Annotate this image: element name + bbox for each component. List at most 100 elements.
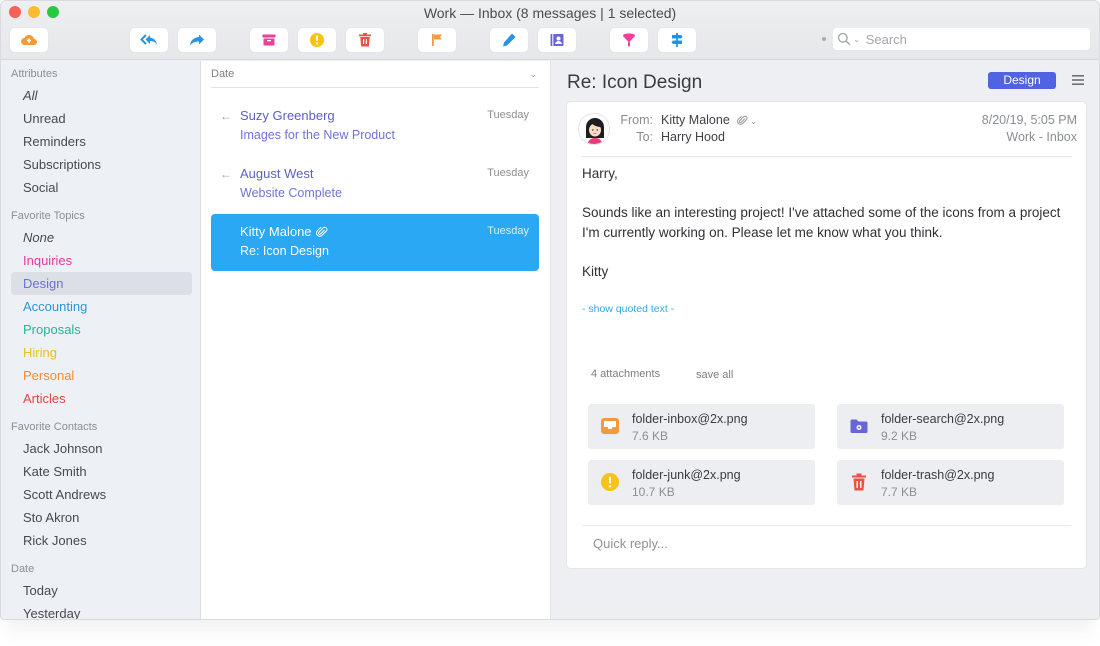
attachment-name: folder-search@2x.png	[881, 412, 1005, 426]
sidebar-item-scott-andrews[interactable]: Scott Andrews	[11, 483, 192, 506]
sidebar-item-design[interactable]: Design	[11, 272, 192, 295]
archive-button[interactable]	[250, 28, 288, 52]
attachment-item[interactable]: folder-trash@2x.png 7.7 KB	[837, 460, 1064, 505]
paperclip-icon	[315, 226, 327, 237]
sidebar-group-heading: Favorite Topics	[11, 210, 85, 222]
search-icon	[837, 32, 851, 46]
header-divider	[581, 156, 1072, 157]
exclamation-icon	[601, 473, 619, 491]
from-label: From:	[620, 113, 653, 127]
to-label: To:	[636, 130, 653, 144]
sidebar-item-today[interactable]: Today	[11, 579, 192, 602]
message-date: Tuesday	[487, 167, 529, 179]
sidebar-item-personal[interactable]: Personal	[11, 364, 192, 387]
sidebar-group: Favorite Contacts Jack Johnson Kate Smith S…	[1, 418, 200, 552]
window-title: Work — Inbox (8 messages | 1 selected)	[423, 5, 677, 21]
message-sender: August West	[240, 166, 313, 181]
sidebar-item-social[interactable]: Social	[11, 176, 192, 199]
exclamation-icon	[310, 33, 324, 47]
sidebar-item-accounting[interactable]: Accounting	[11, 295, 192, 318]
sidebar-item-all[interactable]: All	[11, 84, 192, 107]
search-field[interactable]: ⌄	[833, 28, 1090, 50]
signpost-button[interactable]	[658, 28, 696, 52]
message-row[interactable]: ← Suzy Greenberg Images for the New Produc…	[211, 98, 539, 155]
contacts-button[interactable]	[538, 28, 576, 52]
archive-icon	[262, 34, 276, 46]
attachment-size: 7.6 KB	[632, 429, 669, 443]
filter-button[interactable]	[610, 28, 648, 52]
sidebar-group-heading: Date	[11, 563, 35, 575]
message-subject-line: Images for the New Product	[240, 128, 395, 142]
avatar-illustration	[579, 114, 609, 144]
sender-chevron-down-icon[interactable]: ⌄	[750, 117, 757, 126]
message-row[interactable]: ← August West Website Complete Tuesday	[211, 156, 539, 213]
message-date: 8/20/19, 5:05 PM	[981, 113, 1077, 127]
attachment-item[interactable]: folder-inbox@2x.png 7.6 KB	[588, 404, 815, 449]
sidebar-group: Favorite Topics None Inquiries Design Accoun…	[1, 207, 200, 410]
quick-reply-divider	[582, 525, 1071, 526]
attachment-size: 7.7 KB	[881, 485, 918, 499]
contact-card-icon	[550, 34, 564, 46]
message-sender: Kitty Malone	[240, 224, 328, 239]
sidebar-item-articles[interactable]: Articles	[11, 387, 192, 410]
compose-button[interactable]	[490, 28, 528, 52]
paperclip-icon	[737, 115, 748, 125]
message-body: Harry, Sounds like an interesting projec…	[582, 164, 1062, 301]
signpost-icon	[671, 33, 683, 47]
body-paragraph: Sounds like an interesting project! I've…	[582, 205, 1061, 240]
body-paragraph: Harry,	[582, 166, 618, 181]
message-mailbox: Work - Inbox	[1006, 130, 1077, 144]
topic-tag[interactable]: Design	[988, 72, 1056, 89]
attachment-item[interactable]: folder-search@2x.png 9.2 KB	[837, 404, 1064, 449]
message-sender-text: August West	[240, 166, 314, 181]
sender-avatar[interactable]	[578, 113, 610, 145]
flag-button[interactable]	[418, 28, 456, 52]
folder-search-icon	[850, 419, 868, 433]
reply-all-button[interactable]	[130, 28, 168, 52]
message-card: From: Kitty Malone ⌄ To: Harry Hood 8/20…	[567, 102, 1086, 568]
sidebar-item-unread[interactable]: Unread	[11, 107, 192, 130]
attachment-item[interactable]: folder-junk@2x.png 10.7 KB	[588, 460, 815, 505]
sender-name[interactable]: Kitty Malone ⌄	[661, 113, 757, 127]
message-sender-text: Kitty Malone	[240, 224, 312, 239]
sidebar-item-yesterday[interactable]: Yesterday	[11, 602, 192, 619]
message-row[interactable]: Kitty Malone Re: Icon Design Tuesday	[211, 214, 539, 271]
message-subject-line: Re: Icon Design	[240, 244, 329, 258]
sender-name-text: Kitty Malone	[661, 113, 730, 127]
body-paragraph: Kitty	[582, 264, 609, 279]
sidebar-item-sto-akron[interactable]: Sto Akron	[11, 506, 192, 529]
sidebar-item-inquiries[interactable]: Inquiries	[11, 249, 192, 272]
message-sender: Suzy Greenberg	[240, 108, 335, 123]
sidebar-item-subscriptions[interactable]: Subscriptions	[11, 153, 192, 176]
delete-button[interactable]	[346, 28, 384, 52]
search-options-chevron-icon[interactable]: ⌄	[853, 35, 860, 44]
attachment-name: folder-junk@2x.png	[632, 468, 741, 482]
sidebar-item-jack-johnson[interactable]: Jack Johnson	[11, 437, 192, 460]
recipient-name[interactable]: Harry Hood	[661, 130, 725, 144]
sidebar-item-rick-jones[interactable]: Rick Jones	[11, 529, 192, 552]
sidebar-item-none[interactable]: None	[11, 226, 192, 249]
junk-button[interactable]	[298, 28, 336, 52]
sync-button[interactable]	[10, 28, 48, 52]
sidebar-item-reminders[interactable]: Reminders	[11, 130, 192, 153]
replied-arrow-icon: ←	[220, 167, 232, 181]
message-list: Date ⌄ ← Suzy Greenberg Images for the New…	[201, 61, 551, 619]
sidebar-item-hiring[interactable]: Hiring	[11, 341, 192, 364]
sidebar-item-proposals[interactable]: Proposals	[11, 318, 192, 341]
reply-all-icon	[140, 34, 157, 45]
message-sender-text: Suzy Greenberg	[240, 108, 335, 123]
funnel-icon	[623, 33, 635, 47]
message-date: Tuesday	[487, 225, 529, 237]
show-quoted-text-link[interactable]: - show quoted text -	[582, 303, 674, 315]
forward-button[interactable]	[178, 28, 216, 52]
replied-arrow-icon: ←	[220, 109, 232, 123]
save-all-link[interactable]: save all	[696, 369, 733, 381]
quick-reply-input[interactable]	[593, 536, 1063, 551]
sort-chevron-down-icon[interactable]: ⌄	[529, 69, 537, 80]
message-date: Tuesday	[487, 109, 529, 121]
hamburger-menu-icon[interactable]	[1072, 74, 1084, 86]
sort-bar[interactable]: Date ⌄	[211, 61, 539, 88]
trash-icon	[852, 473, 866, 491]
search-input[interactable]	[865, 31, 1066, 47]
sidebar-item-kate-smith[interactable]: Kate Smith	[11, 460, 192, 483]
